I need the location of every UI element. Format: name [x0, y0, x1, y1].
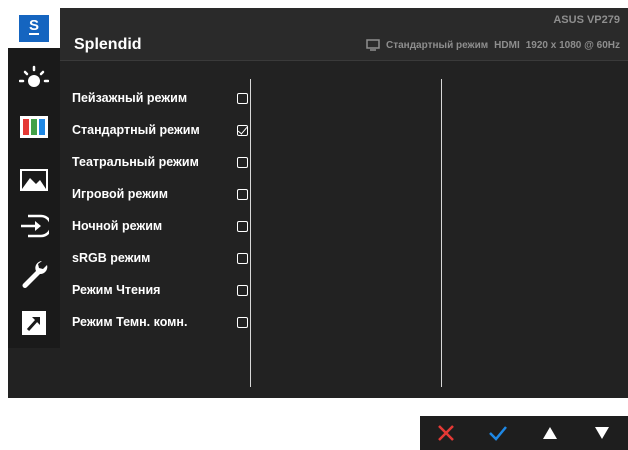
monitor-icon	[366, 39, 380, 51]
page-title: Splendid	[74, 36, 142, 53]
menu-item-landscape[interactable]: Пейзажный режим	[72, 82, 248, 114]
checkbox[interactable]	[237, 156, 248, 168]
input-select-icon	[21, 214, 49, 238]
color-bars-icon	[20, 116, 48, 138]
checkbox[interactable]	[237, 220, 248, 232]
system-setup-wrench-icon	[22, 261, 48, 288]
checkbox[interactable]	[237, 284, 248, 296]
image-icon	[20, 169, 48, 191]
sidebar-item-image[interactable]	[8, 160, 60, 200]
menu-item-reading[interactable]: Режим Чтения	[72, 274, 248, 306]
status-bar: Стандартный режим HDMI 1920 x 1080 @ 60H…	[366, 39, 620, 51]
current-mode: Стандартный режим	[385, 39, 489, 51]
osd-nav-bar	[420, 416, 628, 450]
close-button[interactable]	[420, 416, 472, 450]
column-divider	[250, 79, 251, 387]
splendid-mode-list: Пейзажный режим Стандартный режим Театра…	[72, 82, 248, 338]
menu-item-theater[interactable]: Театральный режим	[72, 146, 248, 178]
checkbox[interactable]	[237, 316, 248, 328]
menu-item-darkroom[interactable]: Режим Темн. комн.	[72, 306, 248, 338]
menu-item-label: Стандартный режим	[72, 123, 200, 137]
confirm-button[interactable]	[472, 416, 524, 450]
menu-item-srgb[interactable]: sRGB режим	[72, 242, 248, 274]
column-divider	[441, 79, 442, 387]
monitor-model: ASUS VP279	[553, 14, 620, 26]
up-button[interactable]	[524, 416, 576, 450]
menu-item-label: Ночной режим	[72, 219, 163, 233]
input-source: HDMI	[494, 39, 520, 51]
menu-item-standard[interactable]: Стандартный режим	[72, 114, 248, 146]
splendid-s-icon: S	[19, 14, 49, 42]
sidebar-item-brightness[interactable]	[8, 60, 60, 100]
sidebar-item-input[interactable]	[8, 206, 60, 246]
down-button[interactable]	[576, 416, 628, 450]
sidebar-item-splendid[interactable]: S	[8, 8, 60, 48]
menu-item-label: Пейзажный режим	[72, 91, 188, 105]
check-icon	[489, 426, 507, 441]
checkbox-checked[interactable]	[237, 124, 248, 136]
menu-item-label: Театральный режим	[72, 155, 199, 169]
sidebar: S	[8, 8, 60, 348]
close-icon	[438, 425, 454, 441]
sidebar-item-shortcut[interactable]	[8, 303, 60, 343]
sidebar-item-color[interactable]	[8, 107, 60, 147]
menu-item-label: Режим Чтения	[72, 283, 161, 297]
osd-window: S Splendid ASUS VP279 Стандартный режим …	[8, 8, 628, 398]
checkbox[interactable]	[237, 252, 248, 264]
checkbox[interactable]	[237, 92, 248, 104]
menu-item-label: sRGB режим	[72, 251, 151, 265]
sidebar-item-system-setup[interactable]	[8, 254, 60, 294]
menu-item-label: Игровой режим	[72, 187, 168, 201]
menu-content: Пейзажный режим Стандартный режим Театра…	[60, 61, 628, 398]
menu-item-game[interactable]: Игровой режим	[72, 178, 248, 210]
down-arrow-icon	[595, 427, 609, 439]
resolution: 1920 x 1080 @ 60Hz	[525, 39, 620, 51]
checkbox[interactable]	[237, 188, 248, 200]
shortcut-arrow-icon	[22, 311, 46, 335]
menu-item-night[interactable]: Ночной режим	[72, 210, 248, 242]
brightness-icon	[19, 65, 49, 87]
sidebar-footer	[8, 348, 60, 398]
up-arrow-icon	[543, 427, 557, 439]
header: Splendid ASUS VP279 Стандартный режим HD…	[60, 8, 628, 61]
menu-item-label: Режим Темн. комн.	[72, 315, 188, 329]
